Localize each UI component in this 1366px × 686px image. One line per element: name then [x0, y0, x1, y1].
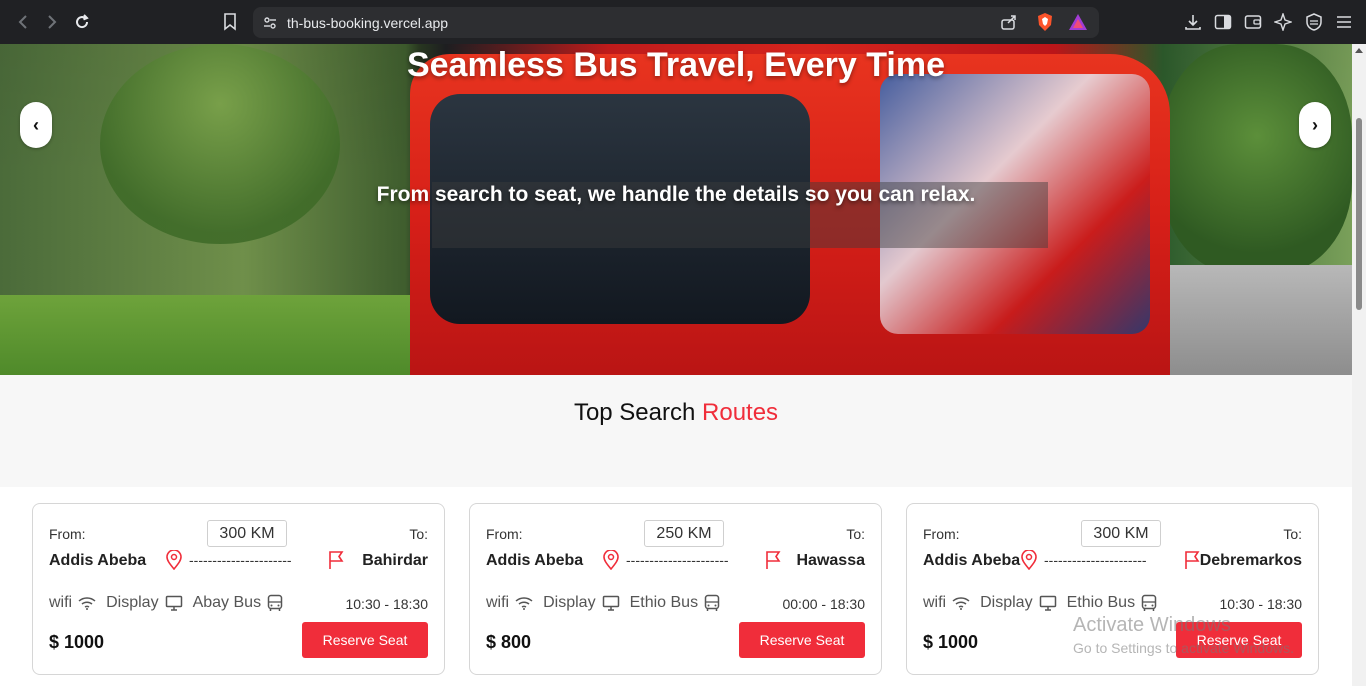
- display-icon: [165, 595, 182, 611]
- price: $ 1000: [49, 632, 105, 652]
- flag-icon: [764, 550, 782, 572]
- activation-watermark: Activate Windows Go to Settings to activ…: [1073, 614, 1294, 656]
- amenity-display: Display: [106, 594, 159, 611]
- top-routes-section: Top Search Routes: [0, 375, 1352, 487]
- location-pin-icon: [1020, 549, 1038, 572]
- reserve-seat-button[interactable]: Reserve Seat: [302, 622, 428, 658]
- to-city: Bahirdar: [362, 552, 428, 569]
- watermark-subtitle: Go to Settings to activate Windows.: [1073, 640, 1294, 656]
- sidebar-icon[interactable]: [1213, 12, 1233, 32]
- hero-road-decoration: [1152, 265, 1352, 375]
- section-title: Top Search Routes: [0, 399, 1352, 427]
- wallet-icon[interactable]: [1243, 12, 1263, 32]
- route-card: From: 250 KM To: Addis Abeba -----------…: [469, 503, 882, 675]
- from-city: Addis Abeba: [49, 552, 147, 569]
- amenities-row: wifi Display Ethio Bus: [486, 594, 730, 612]
- to-label: To:: [409, 526, 428, 542]
- amenities-row: wifi Display Abay Bus: [49, 594, 293, 612]
- route-line: ----------------------: [626, 552, 729, 568]
- route-card: From: 300 KM To: Addis Abeba -----------…: [32, 503, 445, 675]
- departure-time: 00:00 - 18:30: [782, 596, 865, 612]
- price: $ 1000: [923, 632, 979, 652]
- bus-icon: [704, 594, 720, 611]
- bus-operator: Abay Bus: [192, 594, 262, 611]
- from-label: From:: [49, 526, 86, 542]
- section-title-accent: Routes: [702, 399, 779, 426]
- from-city: Addis Abeba: [923, 552, 1021, 569]
- to-city: Hawassa: [796, 552, 866, 569]
- url-text[interactable]: th-bus-booking.vercel.app: [287, 15, 448, 31]
- hero-grass-decoration: [0, 295, 420, 375]
- from-label: From:: [923, 526, 960, 542]
- address-bar[interactable]: th-bus-booking.vercel.app: [253, 7, 1099, 38]
- flag-icon: [1183, 550, 1201, 572]
- from-label: From:: [486, 526, 523, 542]
- location-pin-icon: [602, 549, 620, 572]
- distance-badge: 250 KM: [644, 520, 724, 547]
- to-city: Debremarkos: [1199, 552, 1302, 569]
- wifi-icon: [515, 597, 533, 610]
- bus-icon: [267, 594, 283, 611]
- to-label: To:: [1283, 526, 1302, 542]
- distance-badge: 300 KM: [207, 520, 287, 547]
- location-pin-icon: [165, 549, 183, 572]
- share-icon[interactable]: [999, 12, 1019, 32]
- download-icon[interactable]: [1183, 12, 1203, 32]
- menu-icon[interactable]: [1334, 12, 1354, 32]
- amenity-wifi: wifi: [486, 594, 510, 611]
- amenity-display: Display: [980, 594, 1033, 611]
- to-label: To:: [846, 526, 865, 542]
- section-title-main: Top Search: [573, 399, 703, 426]
- leo-icon[interactable]: [1273, 12, 1293, 32]
- amenities-row: wifi Display Ethio Bus: [923, 594, 1167, 612]
- browser-toolbar: th-bus-booking.vercel.app: [0, 0, 1366, 44]
- from-city: Addis Abeba: [486, 552, 584, 569]
- watermark-title: Activate Windows: [1073, 614, 1231, 636]
- forward-icon[interactable]: [37, 7, 67, 37]
- site-settings-icon[interactable]: [263, 16, 277, 30]
- route-line: ----------------------: [189, 552, 292, 568]
- reserve-seat-button[interactable]: Reserve Seat: [739, 622, 865, 658]
- hero-subtitle: From search to seat, we handle the detai…: [376, 183, 976, 206]
- amenity-wifi: wifi: [49, 594, 73, 611]
- departure-time: 10:30 - 18:30: [345, 596, 428, 612]
- bus-operator: Ethio Bus: [1066, 594, 1136, 611]
- reload-icon[interactable]: [67, 7, 97, 37]
- amenity-display: Display: [543, 594, 596, 611]
- display-icon: [1039, 595, 1056, 611]
- vpn-icon[interactable]: [1304, 12, 1324, 32]
- back-icon[interactable]: [8, 7, 38, 37]
- page-scrollbar[interactable]: [1352, 44, 1366, 686]
- departure-time: 10:30 - 18:30: [1219, 596, 1302, 612]
- flag-icon: [327, 550, 345, 572]
- display-icon: [602, 595, 619, 611]
- hero-banner: Seamless Bus Travel, Every Time From sea…: [0, 44, 1352, 375]
- scroll-up-arrow[interactable]: [1355, 48, 1363, 53]
- brave-shield-icon[interactable]: [1035, 12, 1055, 32]
- wifi-icon: [952, 597, 970, 610]
- hero-title: Seamless Bus Travel, Every Time: [406, 46, 946, 84]
- bookmark-icon[interactable]: [215, 7, 245, 37]
- wifi-icon: [78, 597, 96, 610]
- price: $ 800: [486, 632, 532, 652]
- bus-operator: Ethio Bus: [629, 594, 699, 611]
- carousel-prev-button[interactable]: ‹: [20, 102, 52, 148]
- rewards-icon[interactable]: [1068, 12, 1088, 32]
- bus-icon: [1141, 594, 1157, 611]
- amenity-wifi: wifi: [923, 594, 947, 611]
- distance-badge: 300 KM: [1081, 520, 1161, 547]
- scrollbar-thumb[interactable]: [1356, 118, 1362, 310]
- carousel-next-button[interactable]: ›: [1299, 102, 1331, 148]
- route-line: ----------------------: [1044, 552, 1147, 568]
